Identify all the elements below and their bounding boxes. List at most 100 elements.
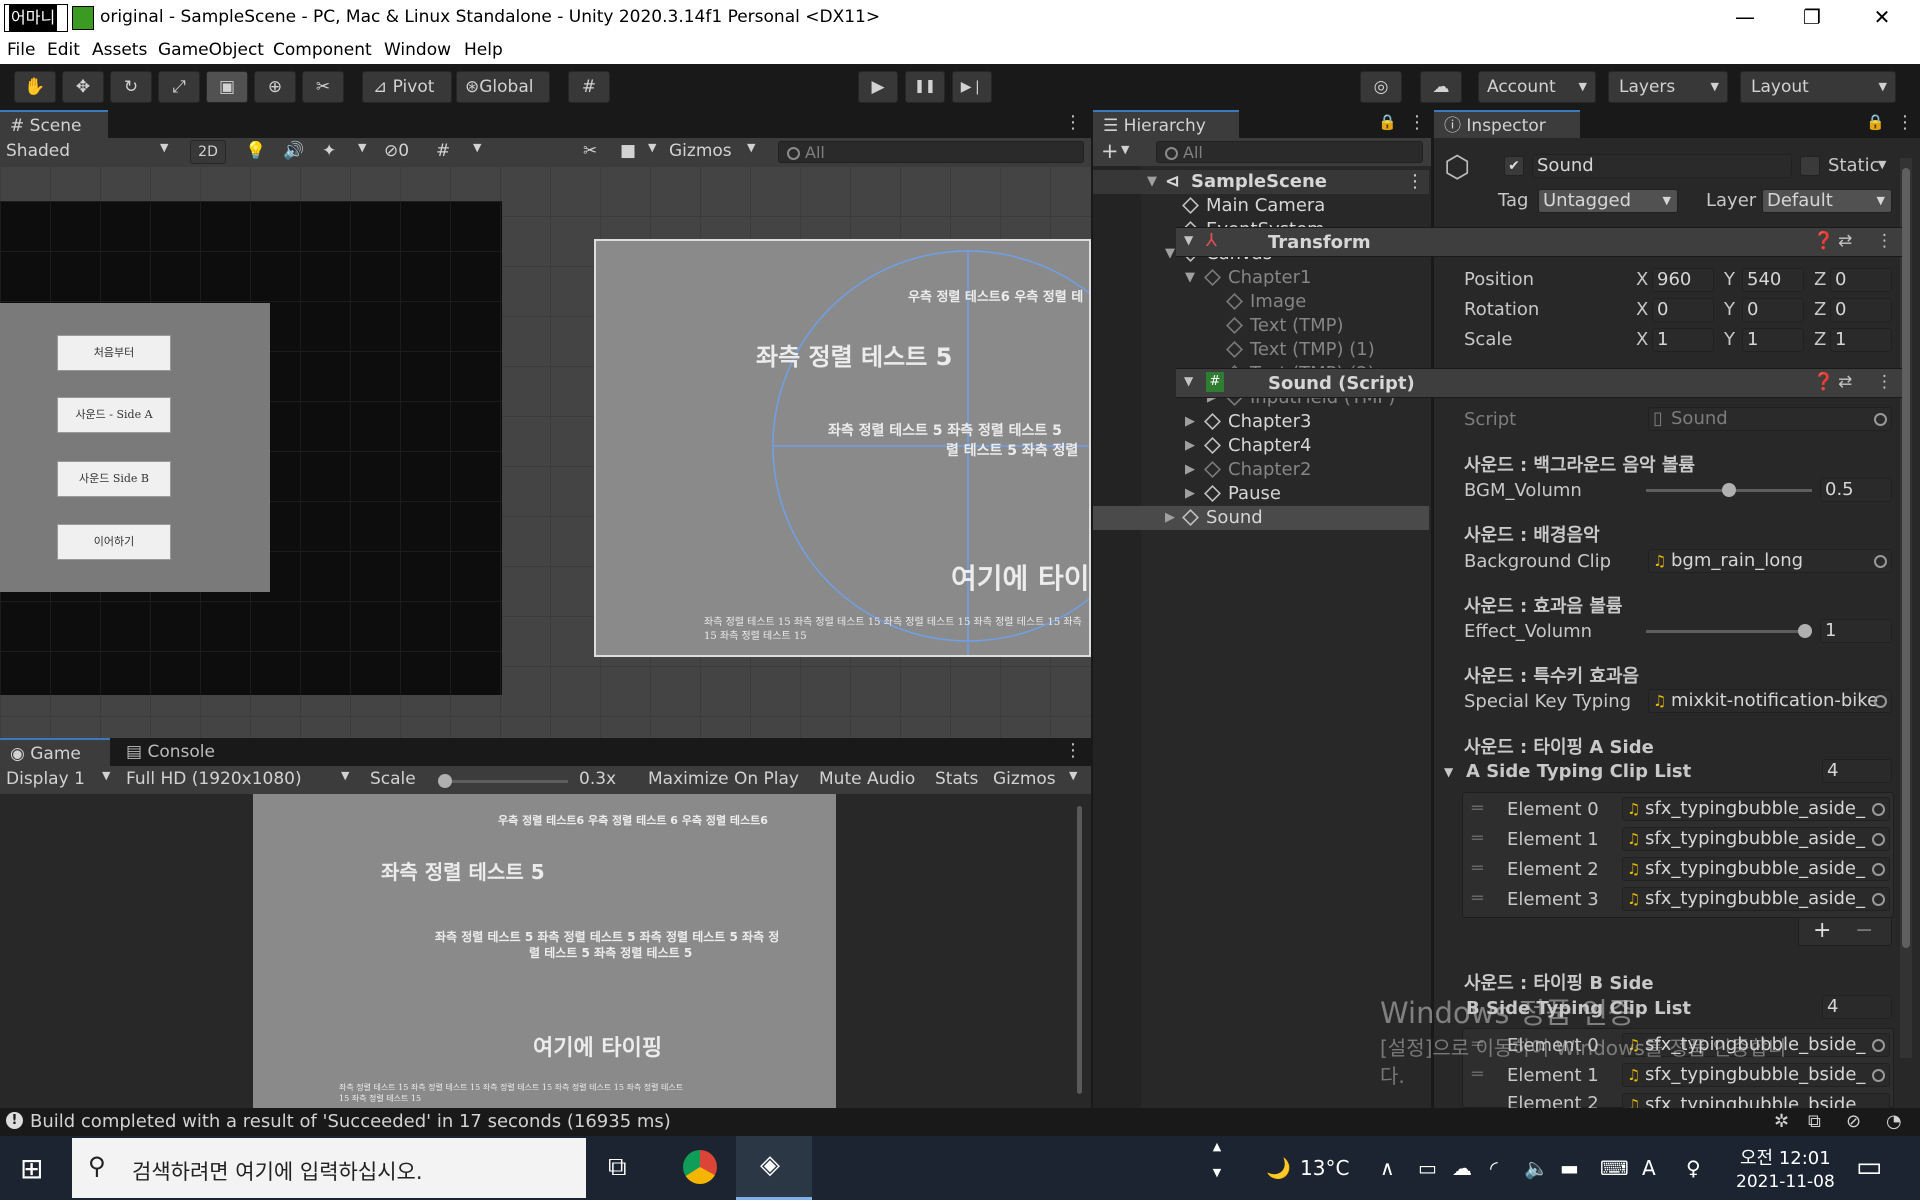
resolution-dropdown[interactable]: Full HD (1920x1080) — [126, 769, 302, 789]
rotate-tool-icon[interactable]: ↻ — [110, 71, 152, 103]
add-element-button[interactable]: + — [1813, 918, 1831, 943]
kebab-menu-icon[interactable]: ⋮ — [1064, 740, 1082, 761]
scene-gizmos-dropdown[interactable]: Gizmos — [669, 141, 732, 161]
a-list-count-input[interactable]: 4 — [1822, 759, 1892, 783]
hierarchy-item[interactable]: ▶ Pause — [1093, 482, 1429, 506]
menu-help[interactable]: Help — [464, 40, 503, 60]
chevron-down-icon[interactable]: ▼ — [1184, 233, 1193, 247]
custom-tool-icon[interactable]: ✂ — [302, 71, 344, 103]
chrome-icon[interactable] — [683, 1150, 717, 1184]
taskbar-scroll[interactable]: ▲ ▼ — [1204, 1140, 1230, 1196]
rotation-y-input[interactable]: 0 — [1742, 298, 1804, 322]
chevron-right-icon[interactable]: ▶ — [1185, 434, 1195, 458]
tray-chevron-icon[interactable]: ∧ — [1380, 1156, 1395, 1180]
sound-script-header[interactable]: ▼ # Sound (Script) ❓ ⇄ ⋮ — [1176, 368, 1902, 398]
help-icon[interactable]: ❓ — [1813, 231, 1834, 251]
chevron-down-icon[interactable]: ▼ — [1165, 242, 1175, 266]
menu-assets[interactable]: Assets — [92, 40, 147, 60]
effect-volume-input[interactable]: 1 — [1820, 619, 1892, 643]
volume-icon[interactable]: 🔈 — [1524, 1156, 1549, 1180]
status-message[interactable]: Build completed with a result of 'Succee… — [30, 1111, 671, 1132]
menu-file[interactable]: File — [7, 40, 35, 60]
kebab-menu-icon[interactable]: ⋮ — [1876, 372, 1893, 392]
kebab-menu-icon[interactable]: ⋮ — [1896, 112, 1914, 133]
effect-volume-handle[interactable] — [1798, 624, 1812, 638]
drag-handle-icon[interactable]: ═ — [1472, 798, 1483, 819]
clock-time[interactable]: 오전 12:01 — [1740, 1144, 1831, 1170]
static-checkbox[interactable] — [1800, 156, 1820, 176]
object-picker-icon[interactable] — [1872, 893, 1885, 906]
grid-icon[interactable]: # — [436, 141, 450, 161]
preset-icon[interactable]: ⇄ — [1838, 372, 1852, 392]
a-list-label[interactable]: A Side Typing Clip List — [1466, 761, 1691, 782]
chevron-right-icon[interactable]: ▶ — [1185, 458, 1195, 482]
temperature[interactable]: 13°C — [1300, 1156, 1349, 1180]
collab-icon[interactable]: ◎ — [1360, 71, 1402, 103]
object-picker-icon[interactable] — [1872, 803, 1885, 816]
scale-tool-icon[interactable]: ⤢ — [158, 71, 200, 103]
lock-icon[interactable]: 🔒 — [1866, 113, 1885, 131]
mute-audio-toggle[interactable]: Mute Audio — [819, 769, 915, 789]
keyboard-icon[interactable]: ⌨ — [1600, 1156, 1629, 1180]
object-picker-icon[interactable] — [1874, 555, 1887, 568]
shading-dropdown[interactable]: Shaded — [6, 141, 70, 161]
bgm-volume-slider[interactable] — [1646, 483, 1812, 497]
special-key-field[interactable]: mixkit-notification-bike — [1648, 689, 1892, 713]
lock-icon[interactable]: 🔒 — [1378, 113, 1397, 131]
progress-icon[interactable]: ◔ — [1886, 1111, 1902, 1132]
scale-slider[interactable] — [438, 774, 568, 788]
menu-window[interactable]: Window — [384, 40, 451, 60]
play-button[interactable]: ▶ — [858, 71, 898, 103]
chevron-down-icon[interactable]: ▼ — [473, 141, 481, 154]
kebab-menu-icon[interactable]: ⋮ — [1408, 112, 1426, 133]
pause-button[interactable]: ❚❚ — [905, 71, 945, 103]
2d-toggle[interactable]: 2D — [190, 140, 226, 164]
continue-button[interactable]: 이어하기 — [57, 524, 171, 560]
hierarchy-search-input[interactable]: All — [1156, 141, 1423, 163]
effects-icon[interactable]: ✦ — [322, 141, 336, 161]
scale-slider-handle[interactable] — [438, 774, 452, 788]
preset-icon[interactable]: ⇄ — [1838, 231, 1852, 251]
help-icon[interactable]: ❓ — [1813, 372, 1834, 392]
canvas-rect[interactable]: 우측 정렬 테스트6 우측 정렬 테 좌측 정렬 테스트 5 좌측 정렬 테스트… — [594, 239, 1091, 657]
object-name-input[interactable]: Sound — [1532, 154, 1792, 178]
hierarchy-item[interactable]: ▶ Chapter3 — [1093, 410, 1429, 434]
layers-dropdown[interactable]: Layers ▼ — [1608, 71, 1728, 103]
menu-gameobject[interactable]: GameObject — [158, 40, 264, 60]
menu-edit[interactable]: Edit — [47, 40, 80, 60]
a-element-field[interactable]: sfx_typingbubble_aside_ — [1622, 797, 1890, 821]
hierarchy-item[interactable]: Text (TMP) (1) — [1093, 338, 1429, 362]
object-picker-icon[interactable] — [1872, 863, 1885, 876]
rect-tool-icon[interactable]: ▣ — [206, 71, 248, 103]
drag-handle-icon[interactable]: ═ — [1472, 858, 1483, 879]
hierarchy-item[interactable]: Text (TMP) — [1093, 314, 1429, 338]
camera-icon[interactable]: ■ — [620, 141, 636, 161]
chevron-down-icon[interactable]: ▼ — [1185, 266, 1195, 290]
layers-status-icon[interactable]: ⧉ — [1808, 1111, 1821, 1132]
minimize-button[interactable]: — — [1716, 0, 1774, 36]
position-z-input[interactable]: 0 — [1830, 268, 1892, 292]
inspector-scrollbar[interactable] — [1900, 158, 1912, 1058]
add-icon[interactable]: + — [1101, 139, 1119, 163]
clock-date[interactable]: 2021-11-08 — [1736, 1172, 1835, 1192]
chevron-down-icon[interactable]: ▼ — [341, 769, 349, 782]
device-icon[interactable]: ▭ — [1418, 1156, 1437, 1180]
step-button[interactable]: ▶❘ — [952, 71, 992, 103]
battery-icon[interactable]: ▬ — [1560, 1156, 1579, 1180]
object-picker-icon[interactable] — [1872, 833, 1885, 846]
effect-volume-slider[interactable] — [1646, 624, 1812, 638]
scene-search-input[interactable]: All — [778, 141, 1084, 163]
rotation-z-input[interactable]: 0 — [1830, 298, 1892, 322]
layout-dropdown[interactable]: Layout ▼ — [1740, 71, 1896, 103]
remove-element-button[interactable]: − — [1855, 918, 1873, 943]
onedrive-icon[interactable]: ☁ — [1452, 1156, 1472, 1180]
grid-snap-icon[interactable]: # — [568, 71, 610, 103]
chevron-right-icon[interactable]: ▶ — [1185, 482, 1195, 506]
windows-start-icon[interactable]: ⊞ — [20, 1152, 43, 1185]
hierarchy-item[interactable]: Main Camera — [1093, 194, 1429, 218]
b-list-count-input[interactable]: 4 — [1822, 995, 1892, 1019]
global-toggle[interactable]: ⊛Global — [456, 71, 550, 103]
notification-icon[interactable]: ▭ — [1856, 1150, 1882, 1183]
stats-toggle[interactable]: Stats — [935, 769, 978, 789]
chevron-down-icon[interactable]: ▼ — [1147, 170, 1157, 194]
